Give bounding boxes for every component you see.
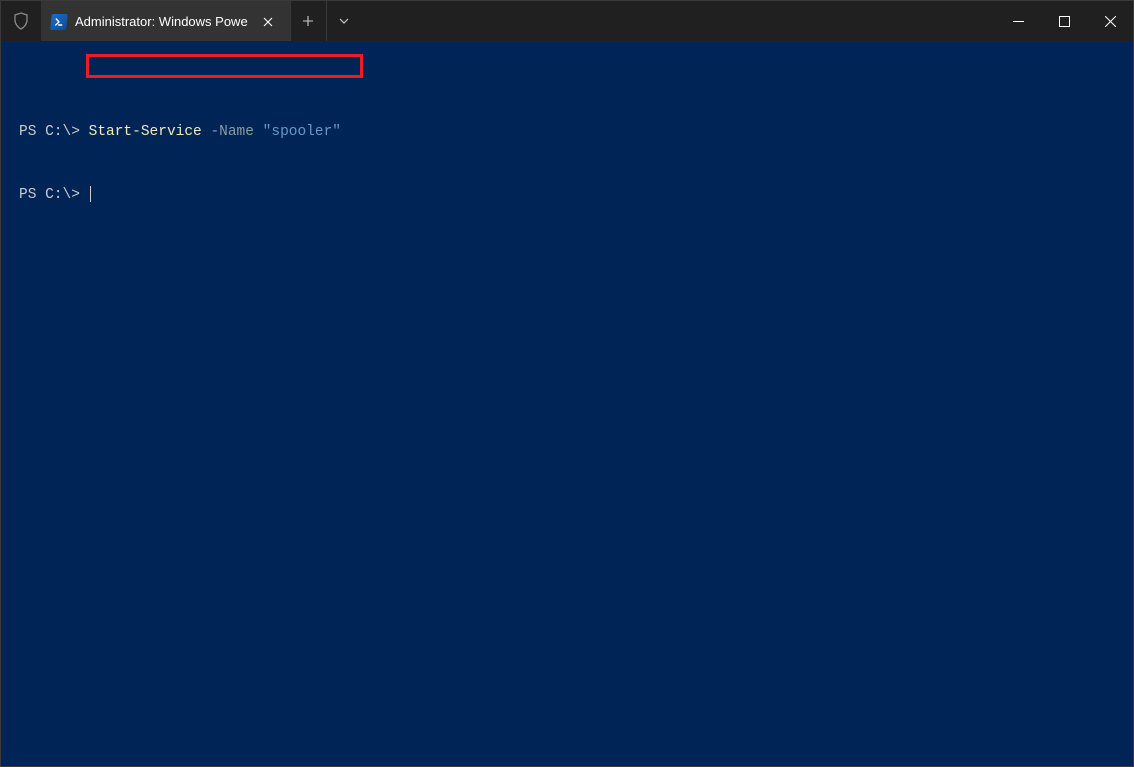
- command-parameter: -Name: [202, 124, 263, 140]
- titlebar-drag-area[interactable]: [362, 1, 995, 41]
- shield-icon: [13, 12, 29, 30]
- plus-icon: [302, 15, 314, 27]
- cursor: [90, 186, 91, 202]
- minimize-icon: [1013, 16, 1024, 27]
- terminal-body[interactable]: PS C:\> Start-Service -Name "spooler" PS…: [1, 41, 1133, 245]
- terminal-line: PS C:\>: [19, 185, 1115, 206]
- annotation-highlight-box: [86, 54, 363, 78]
- tab-close-button[interactable]: [256, 10, 280, 34]
- terminal-tab[interactable]: Administrator: Windows Powe: [41, 1, 290, 41]
- window-maximize-button[interactable]: [1041, 1, 1087, 41]
- command-cmdlet: Start-Service: [89, 124, 202, 140]
- new-tab-button[interactable]: [290, 1, 326, 41]
- tab-dropdown-button[interactable]: [326, 1, 362, 41]
- command-string: "spooler": [263, 124, 341, 140]
- maximize-icon: [1059, 16, 1070, 27]
- powershell-icon: [51, 14, 67, 30]
- window-close-button[interactable]: [1087, 1, 1133, 41]
- window-controls: [995, 1, 1133, 41]
- prompt: PS C:\>: [19, 187, 89, 203]
- tab-actions: [290, 1, 362, 41]
- chevron-down-icon: [339, 18, 349, 24]
- terminal-line: PS C:\> Start-Service -Name "spooler": [19, 122, 1115, 143]
- admin-shield-area: [1, 1, 41, 41]
- close-icon: [263, 17, 273, 27]
- close-icon: [1105, 16, 1116, 27]
- window-titlebar: Administrator: Windows Powe: [1, 1, 1133, 41]
- tab-title: Administrator: Windows Powe: [75, 14, 248, 29]
- window-minimize-button[interactable]: [995, 1, 1041, 41]
- prompt: PS C:\>: [19, 124, 89, 140]
